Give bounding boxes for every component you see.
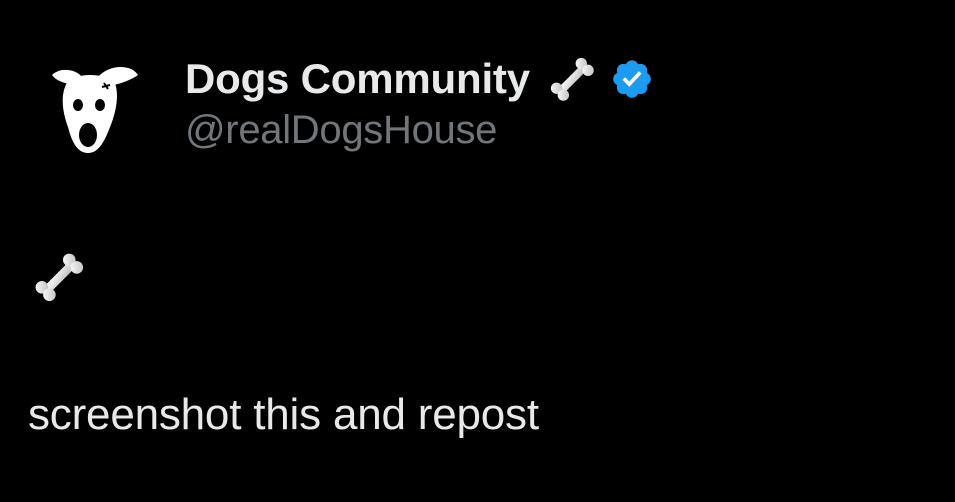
verified-badge-icon[interactable] — [610, 57, 654, 101]
name-row: Dogs Community — [185, 50, 654, 108]
author-info: Dogs Community @realDogsHouse — [185, 50, 654, 153]
author-handle[interactable]: @realDogsHouse — [185, 108, 654, 153]
bone-icon — [35, 253, 84, 302]
bone-icon — [550, 57, 594, 101]
display-name[interactable]: Dogs Community — [185, 55, 530, 103]
dog-face-icon[interactable] — [38, 53, 146, 161]
tweet-text: screenshot this and repost — [28, 390, 539, 439]
